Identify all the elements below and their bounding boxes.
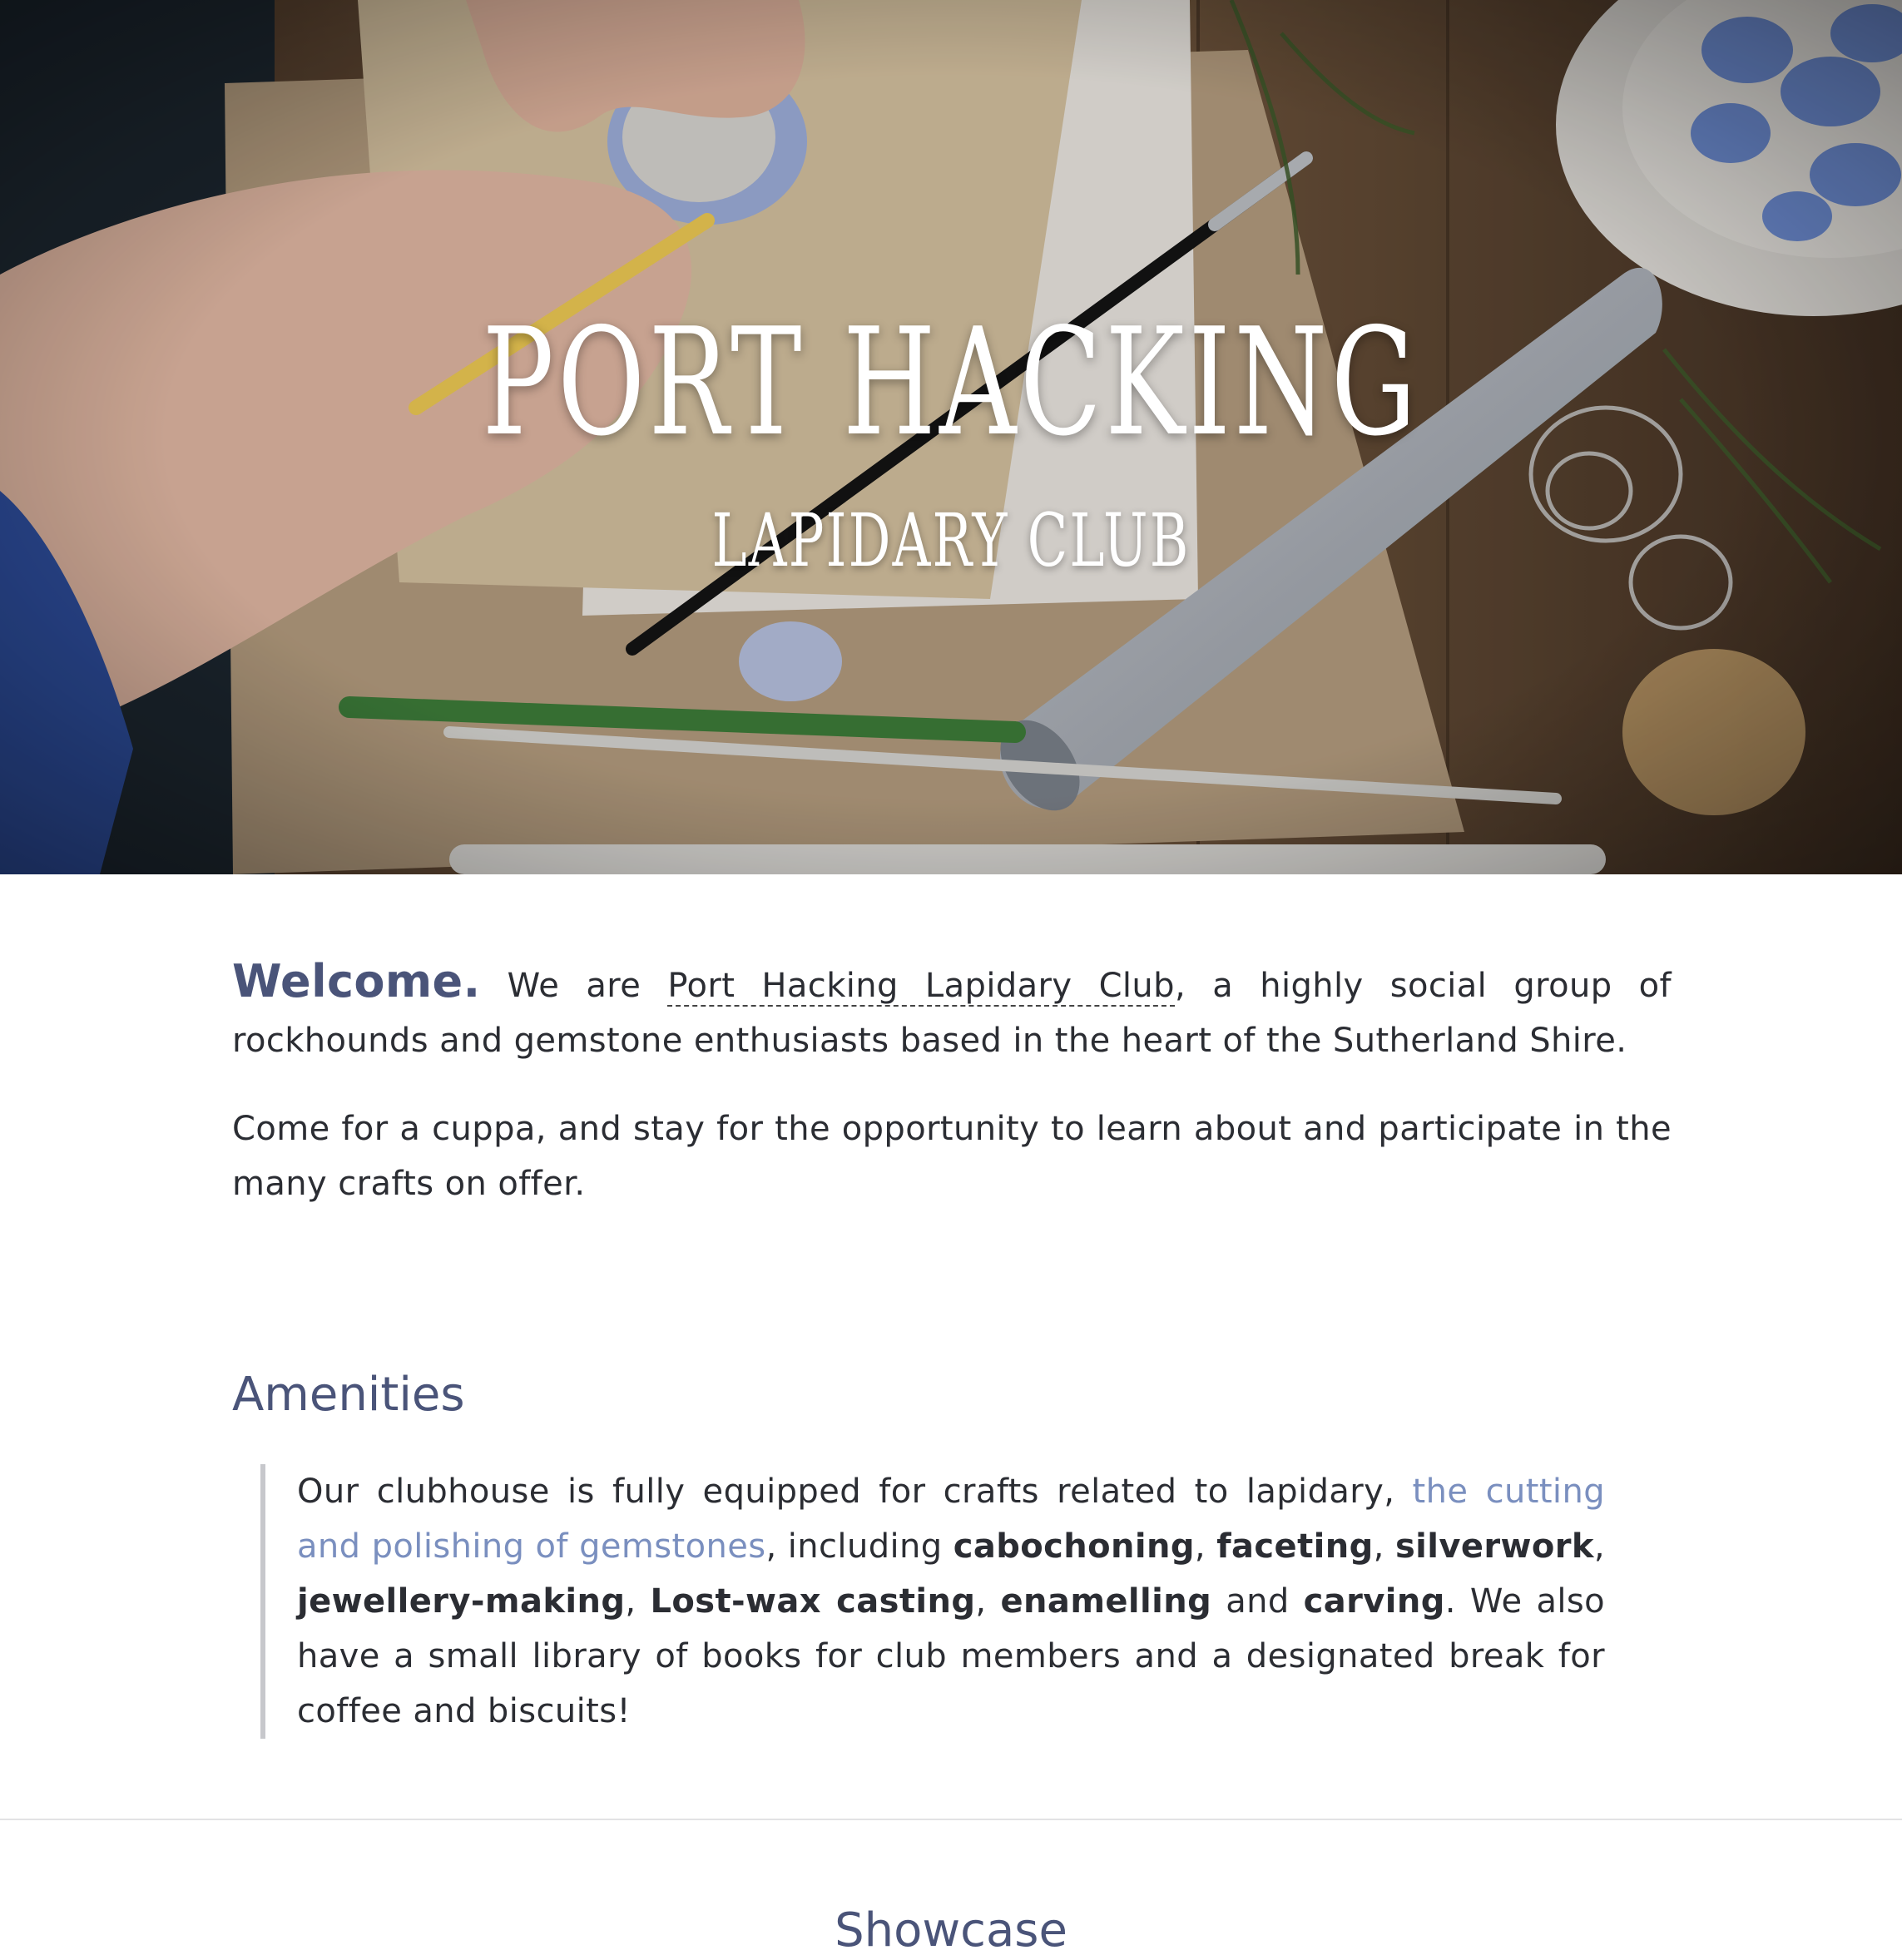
hero-banner: PORT HACKING LAPIDARY CLUB: [0, 0, 1902, 874]
craft-separator: ,: [625, 1582, 636, 1621]
craft-separator: ,: [1373, 1527, 1384, 1566]
craft-cabochoning: cabochoning: [953, 1527, 1195, 1566]
craft-carving: carving: [1303, 1582, 1445, 1621]
club-name-link[interactable]: Port Hacking Lapidary Club: [667, 967, 1175, 1007]
welcome-text-before: We are: [507, 967, 641, 1005]
craft-enamelling: enamelling: [1000, 1582, 1212, 1621]
amenities-text-2: , including: [765, 1527, 943, 1566]
amenities-blockquote: Our clubhouse is fully equipped for craf…: [260, 1464, 1672, 1739]
welcome-lead: Welcome.: [232, 955, 481, 1007]
craft-separator: ,: [1593, 1527, 1605, 1566]
welcome-paragraph: Welcome. We are Port Hacking Lapidary Cl…: [232, 874, 1672, 1068]
amenities-heading: Amenities: [232, 1368, 465, 1422]
craft-lost-wax-casting: Lost-wax casting: [650, 1582, 976, 1621]
hero-title: PORT HACKING: [482, 296, 1420, 468]
craft-silverwork: silverwork: [1394, 1527, 1594, 1566]
amenities-text-1: Our clubhouse is fully equipped for craf…: [297, 1472, 1395, 1511]
craft-separator: ,: [975, 1582, 987, 1621]
hero-subtitle: LAPIDARY CLUB: [711, 497, 1191, 583]
main-content: Welcome. We are Port Hacking Lapidary Cl…: [232, 874, 1672, 1739]
and-word: and: [1226, 1582, 1290, 1621]
intro-paragraph: Come for a cuppa, and stay for the oppor…: [232, 1110, 1672, 1203]
craft-faceting: faceting: [1216, 1527, 1374, 1566]
showcase-heading: Showcase: [835, 1903, 1067, 1958]
section-divider: [0, 1819, 1902, 1820]
craft-separator: ,: [1194, 1527, 1206, 1566]
craft-jewellery-making: jewellery-making: [297, 1582, 626, 1621]
